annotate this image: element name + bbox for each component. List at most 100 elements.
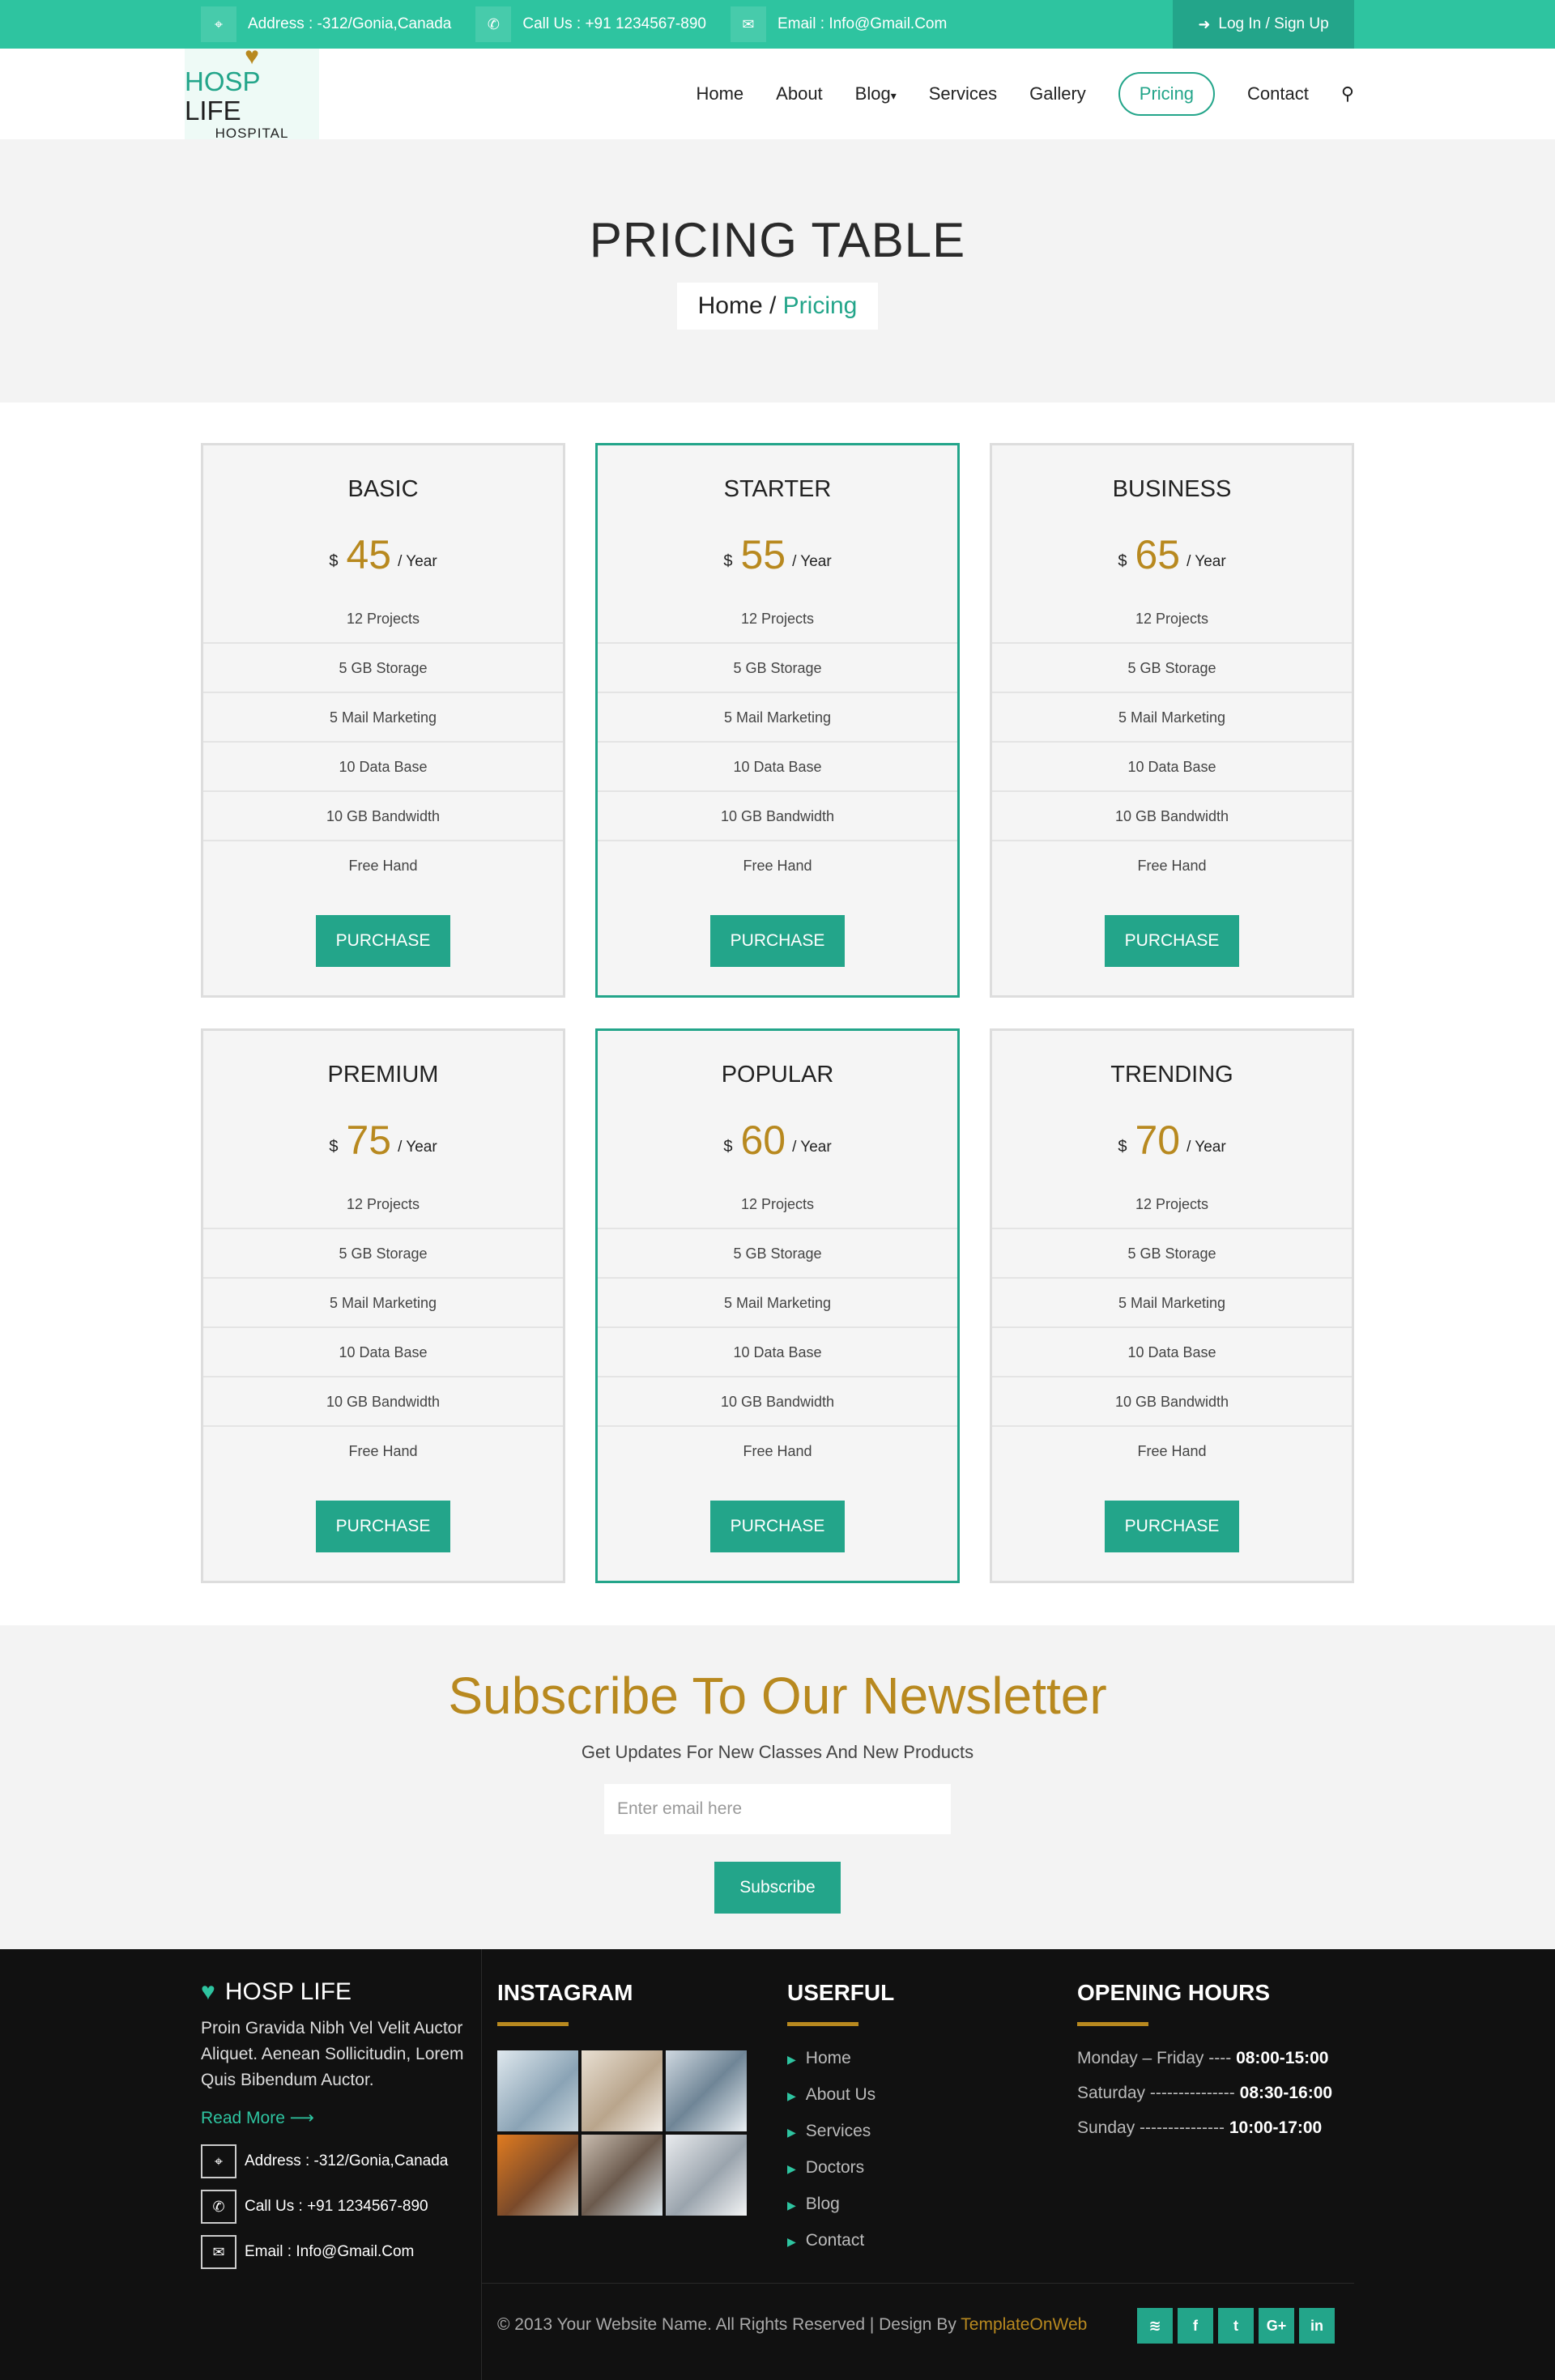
sign-in-icon: ➜ [1198, 15, 1211, 32]
pricing-card-popular: POPULAR $60 / Year 12 Projects 5 GB Storage 5… [595, 1028, 960, 1583]
logo-text: HOSP LIFE [185, 66, 260, 126]
subscribe-button[interactable]: Subscribe [714, 1862, 841, 1914]
pricing-card-basic: BASIC $45 / Year 12 Projects 5 GB Storage 5 M… [201, 443, 565, 998]
map-pin-icon: ⌖ [201, 6, 236, 42]
instagram-photo[interactable] [666, 2135, 747, 2216]
logo-subtitle: HOSPITAL [215, 126, 289, 141]
footer-about-text: Proin Gravida Nibh Vel Velit Auctor Aliq… [201, 2019, 464, 2089]
plan-feature: 5 GB Storage [992, 1229, 1352, 1279]
newsletter-title: Subscribe To Our Newsletter [448, 1667, 1107, 1725]
rss-icon[interactable]: ≋ [1137, 2308, 1173, 2344]
currency-symbol: $ [723, 552, 733, 570]
topbar-email: ✉ Email : Info@Gmail.Com [730, 0, 947, 49]
feature-list: 12 Projects 5 GB Storage 5 Mail Marketing 1… [992, 594, 1352, 891]
purchase-button[interactable]: PURCHASE [1105, 915, 1239, 967]
nav-home[interactable]: Home [696, 74, 743, 114]
purchase-button[interactable]: PURCHASE [1105, 1501, 1239, 1552]
purchase-button[interactable]: PURCHASE [316, 915, 450, 967]
feature-list: 12 Projects 5 GB Storage 5 Mail Marketing 1… [598, 594, 957, 891]
plan-feature: 5 GB Storage [598, 1229, 957, 1279]
plan-feature: 5 Mail Marketing [992, 693, 1352, 743]
main-nav: Home About Blog▾ Services Gallery Pricin… [663, 49, 1354, 139]
plan-feature: 5 Mail Marketing [992, 1279, 1352, 1328]
map-pin-icon: ⌖ [201, 2144, 236, 2178]
site-header: ♥ HOSP LIFE HOSPITAL Home About Blog▾ Se… [0, 45, 1555, 141]
search-icon[interactable]: ⚲ [1341, 83, 1354, 104]
instagram-photo[interactable] [666, 2050, 747, 2131]
site-logo[interactable]: ♥ HOSP LIFE HOSPITAL [185, 45, 319, 141]
nav-services[interactable]: Services [929, 74, 997, 114]
price-period: / Year [792, 553, 832, 570]
price-period: / Year [398, 553, 437, 570]
instagram-photo[interactable] [582, 2135, 662, 2216]
hours-title: OPENING HOURS [1077, 1980, 1271, 2005]
feature-list: 12 Projects 5 GB Storage 5 Mail Marketing 1… [203, 594, 563, 891]
designer-link[interactable]: TemplateOnWeb [961, 2315, 1087, 2334]
newsletter-email-input[interactable]: Enter email here [604, 1784, 951, 1834]
plan-name: TRENDING [1110, 1062, 1233, 1088]
nav-pricing[interactable]: Pricing [1118, 72, 1216, 116]
twitter-icon[interactable]: t [1218, 2308, 1254, 2344]
purchase-button[interactable]: PURCHASE [710, 1501, 845, 1552]
footer-link-blog[interactable]: ▶ Blog [787, 2186, 1046, 2223]
plan-feature: 5 Mail Marketing [598, 693, 957, 743]
purchase-button[interactable]: PURCHASE [316, 1501, 450, 1552]
breadcrumb-current: Pricing [782, 292, 858, 319]
caret-right-icon: ▶ [787, 2089, 796, 2102]
footer-link-services[interactable]: ▶ Services [787, 2114, 1046, 2150]
footer-link-contact[interactable]: ▶ Contact [787, 2223, 1046, 2259]
price-period: / Year [1186, 553, 1226, 570]
caret-right-icon: ▶ [787, 2162, 796, 2175]
heartbeat-icon: ♥ [201, 1978, 215, 2005]
topbar-phone-text: Call Us : +91 1234567-890 [522, 15, 706, 32]
instagram-photo[interactable] [497, 2050, 578, 2131]
footer-phone: ✆ Call Us : +91 1234567-890 [201, 2190, 468, 2224]
pricing-card-trending: TRENDING $70 / Year 12 Projects 5 GB Storage… [990, 1028, 1354, 1583]
caret-right-icon: ▶ [787, 2235, 796, 2248]
facebook-icon[interactable]: f [1178, 2308, 1213, 2344]
price-amount: 55 [740, 532, 786, 577]
plan-feature: 5 GB Storage [992, 644, 1352, 693]
plan-name: BASIC [347, 476, 419, 502]
nav-contact[interactable]: Contact [1247, 74, 1309, 114]
plan-feature: 5 Mail Marketing [203, 1279, 563, 1328]
linkedin-icon[interactable]: in [1299, 2308, 1335, 2344]
hours-row: Saturday --------------- 08:30-16:00 [1077, 2084, 1333, 2102]
plan-feature: 12 Projects [203, 594, 563, 644]
nav-blog[interactable]: Blog▾ [855, 74, 897, 114]
price-amount: 65 [1135, 532, 1181, 577]
plan-feature: 12 Projects [992, 1180, 1352, 1229]
login-signup-button[interactable]: ➜ Log In / Sign Up [1173, 0, 1354, 49]
caret-right-icon: ▶ [787, 2126, 796, 2139]
newsletter-subtitle: Get Updates For New Classes And New Prod… [581, 1742, 974, 1762]
read-more-link[interactable]: Read More ⟶ [201, 2108, 468, 2128]
footer-link-home[interactable]: ▶ Home [787, 2041, 1046, 2077]
currency-symbol: $ [329, 552, 339, 570]
plan-feature: Free Hand [1137, 858, 1207, 874]
price-amount: 60 [740, 1118, 786, 1163]
hours-row: Monday – Friday ---- 08:00-15:00 [1077, 2049, 1329, 2067]
hours-row: Sunday --------------- 10:00-17:00 [1077, 2118, 1323, 2137]
plan-feature: Free Hand [348, 1443, 418, 1459]
plan-feature: 10 GB Bandwidth [598, 1377, 957, 1427]
footer-link-doctors[interactable]: ▶ Doctors [787, 2150, 1046, 2186]
nav-gallery[interactable]: Gallery [1029, 74, 1086, 114]
footer-instagram: INSTAGRAM [497, 1949, 756, 2216]
google-plus-icon[interactable]: G+ [1259, 2308, 1294, 2344]
footer-link-about-us[interactable]: ▶ About Us [787, 2077, 1046, 2114]
plan-name: BUSINESS [1112, 476, 1232, 502]
instagram-photo[interactable] [582, 2050, 662, 2131]
instagram-photo[interactable] [497, 2135, 578, 2216]
breadcrumb-separator: / [762, 292, 783, 319]
footer-divider [481, 1949, 482, 2380]
price-amount: 45 [346, 532, 392, 577]
purchase-button[interactable]: PURCHASE [710, 915, 845, 967]
price-amount: 70 [1135, 1118, 1181, 1163]
topbar-address: ⌖ Address : -312/Gonia,Canada [201, 0, 451, 49]
title-underline [1077, 2022, 1148, 2026]
breadcrumb-home[interactable]: Home [698, 292, 763, 319]
nav-about[interactable]: About [776, 74, 823, 114]
plan-feature: 12 Projects [203, 1180, 563, 1229]
feature-list: 12 Projects 5 GB Storage 5 Mail Marketing 1… [992, 1180, 1352, 1476]
plan-price: $65 / Year [992, 530, 1352, 586]
